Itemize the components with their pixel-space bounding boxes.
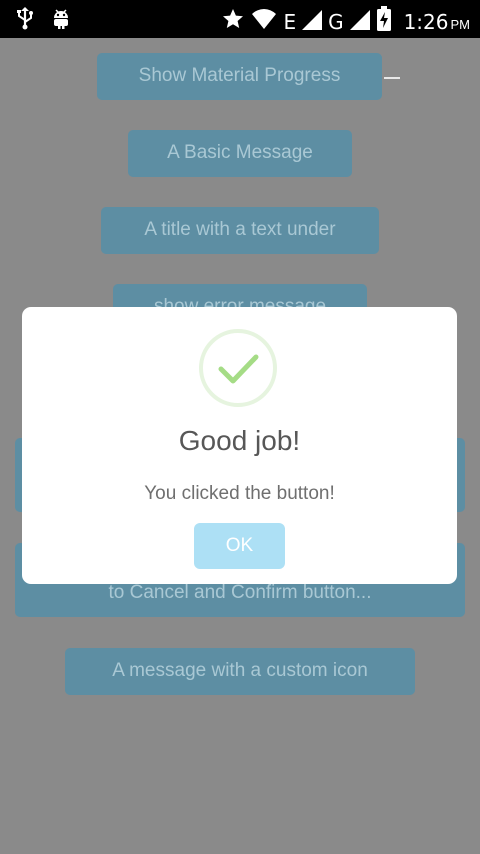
status-bar: E G 1:26 PM xyxy=(0,0,480,38)
clock-ampm: PM xyxy=(450,16,471,32)
network-e-label: E xyxy=(283,9,297,34)
signal-e-icon xyxy=(302,8,323,35)
dialog-title: Good job! xyxy=(178,425,301,456)
ok-button[interactable]: OK xyxy=(194,523,285,569)
clock: 1:26 PM xyxy=(404,10,470,34)
android-debug-icon xyxy=(50,6,72,35)
show-material-progress-button[interactable]: Show Material Progress xyxy=(97,53,382,100)
signal-g-icon xyxy=(349,8,370,35)
star-icon xyxy=(221,7,245,36)
battery-charging-icon xyxy=(376,6,392,37)
custom-icon-message-button[interactable]: A message with a custom icon xyxy=(65,648,415,695)
basic-message-button[interactable]: A Basic Message xyxy=(128,130,352,177)
progress-indicator xyxy=(384,77,400,79)
success-check-icon xyxy=(199,329,277,407)
title-with-text-button[interactable]: A title with a text under xyxy=(101,207,379,254)
wifi-icon xyxy=(251,7,277,36)
network-g-label: G xyxy=(328,9,344,34)
success-dialog: Good job! You clicked the button! OK xyxy=(22,307,457,584)
dialog-message: You clicked the button! xyxy=(144,483,335,504)
usb-icon xyxy=(14,6,36,35)
clock-time: 1:26 xyxy=(403,9,449,34)
